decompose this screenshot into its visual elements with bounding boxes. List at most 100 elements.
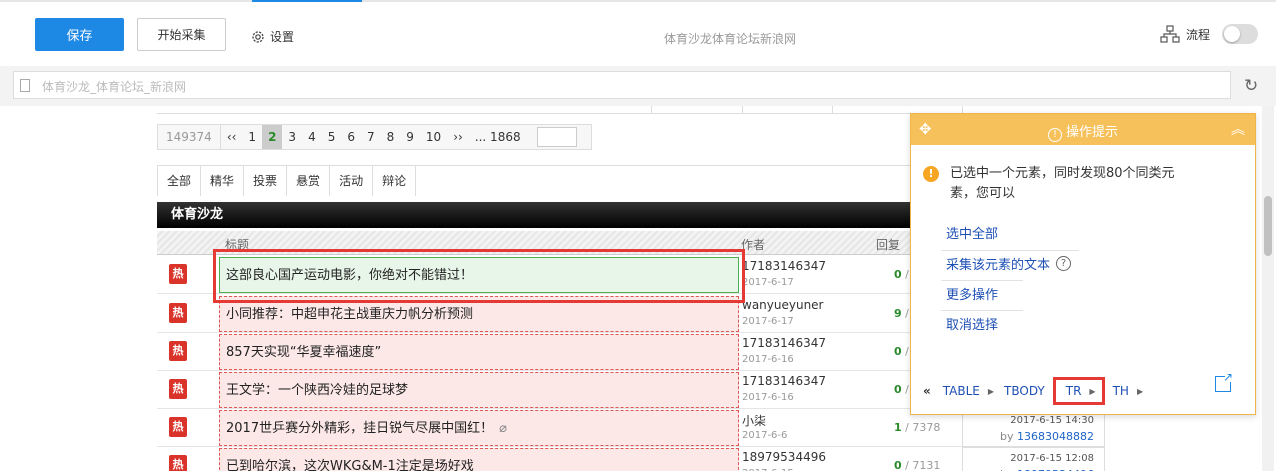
thread-author[interactable]: 17183146347 [742, 336, 826, 350]
refresh-icon[interactable]: ↻ [1244, 76, 1258, 96]
thread-author[interactable]: 小柒 [742, 412, 766, 429]
page-link-last[interactable]: ... 1868 [469, 125, 527, 149]
page-link[interactable]: 9 [400, 125, 420, 149]
reply-count: 0 / [894, 345, 909, 358]
settings-button[interactable]: 设置 [250, 28, 294, 45]
thread-date: 2017-6-6 [742, 430, 788, 441]
tab-digest[interactable]: 精华 [201, 166, 245, 196]
pagination: 149374 ‹‹ 1 2 3 4 5 6 7 8 9 10 ›› ... 18… [157, 124, 592, 150]
reply-number: 0 [894, 383, 902, 396]
info-icon: ! [1047, 128, 1062, 142]
toolbar: 保存 开始采集 设置 体育沙龙体育论坛新浪网 流程 [0, 2, 1276, 66]
thread-date: 2017-6-17 [742, 316, 794, 327]
start-collect-button[interactable]: 开始采集 [137, 18, 226, 51]
tab-reward[interactable]: 悬赏 [287, 166, 331, 196]
hot-thread-icon: 热 [169, 379, 187, 399]
crumb-tr-highlighted[interactable]: TR ▶ [1052, 377, 1105, 405]
thread-date: 2017-6-16 [742, 354, 794, 365]
attachment-icon: ⌀ [499, 421, 507, 436]
page-link[interactable]: 3 [282, 125, 302, 149]
flowchart-icon [1160, 25, 1180, 43]
view-count: / 7378 [905, 421, 941, 434]
last-post-time: 2017-6-15 12:08 [1010, 453, 1094, 464]
pagination-next[interactable]: ›› [447, 125, 469, 149]
page-jump-input[interactable] [536, 127, 577, 147]
page-link[interactable]: 1 [242, 125, 262, 149]
crumb-tr: TR [1065, 384, 1082, 398]
divider [941, 310, 1023, 311]
reply-count: 1 / 7378 [894, 421, 940, 434]
crumb-th[interactable]: TH [1109, 384, 1133, 398]
chevron-right-icon: ▶ [1089, 386, 1096, 396]
expand-path-icon[interactable]: « [923, 384, 931, 398]
thread-author[interactable]: 18979534496 [742, 450, 826, 464]
thread-title-text: 2017世乒赛分外精彩，挂日锐气尽展中国红！ [226, 421, 494, 436]
hot-thread-icon: 热 [169, 264, 187, 284]
address-bar-area: 体育沙龙_体育论坛_新浪网 ↻ [0, 66, 1276, 106]
element-path-breadcrumb: « TABLE ▶ TBODY TR ▶ TH ▶ [923, 377, 1149, 405]
page-title: 体育沙龙体育论坛新浪网 [663, 32, 796, 46]
table-row[interactable]: 热 已到哈尔滨，这次WKG&M-1注定是场好戏 18979534496 2017… [157, 447, 1105, 471]
page-link[interactable]: 10 [420, 125, 447, 149]
gear-icon [252, 30, 264, 43]
toggle-knob [1224, 26, 1241, 42]
thread-title[interactable]: 857天实现“华夏幸福速度” [219, 334, 739, 370]
page-icon [20, 79, 30, 92]
tab-all[interactable]: 全部 [158, 166, 202, 196]
crumb-table[interactable]: TABLE [939, 384, 984, 398]
header-reply: 回复 [876, 238, 901, 252]
view-count: / [905, 383, 909, 396]
thread-title[interactable]: 王文学：一个陕西冷娃的足球梦 [219, 372, 739, 408]
operation-tips-panel: ✥ ! 操作提示 ︽ ! 已选中一个元素，同时发现80个同类元素，您可以 选中全部… [910, 113, 1256, 415]
tab-poll[interactable]: 投票 [244, 166, 288, 196]
scrollbar[interactable] [1262, 106, 1274, 471]
tab-debate[interactable]: 辩论 [373, 166, 417, 196]
panel-header: ✥ ! 操作提示 ︽ [911, 114, 1255, 145]
hot-thread-icon: 热 [169, 417, 187, 437]
thread-author[interactable]: wanyueyuner [742, 298, 824, 312]
settings-label: 设置 [270, 30, 295, 44]
flow-label: 流程 [1186, 27, 1211, 42]
pagination-prev[interactable]: ‹‹ [221, 125, 243, 149]
reply-number: 1 [894, 421, 902, 434]
tab-activity[interactable]: 活动 [330, 166, 374, 196]
selected-element-highlight [213, 249, 745, 303]
help-icon[interactable]: ? [1056, 256, 1072, 271]
collapse-icon[interactable]: ︽ [1231, 119, 1245, 139]
page-link[interactable]: 7 [361, 125, 381, 149]
address-bar[interactable]: 体育沙龙_体育论坛_新浪网 [13, 71, 1231, 99]
flow-toggle-group: 流程 [1160, 24, 1259, 44]
hot-thread-icon: 热 [169, 455, 187, 471]
flow-toggle[interactable] [1222, 24, 1259, 44]
thread-author[interactable]: 17183146347 [742, 374, 826, 388]
action-collect-text[interactable]: 采集该元素的文本? [946, 254, 1072, 273]
reply-count: 0 / [894, 268, 909, 281]
warning-icon: ! [923, 166, 939, 182]
reply-count: 0 / [894, 383, 909, 396]
save-button[interactable]: 保存 [35, 18, 124, 51]
page-link[interactable]: 6 [341, 125, 361, 149]
reply-number: 0 [894, 268, 902, 281]
thread-title[interactable]: 2017世乒赛分外精彩，挂日锐气尽展中国红！ ⌀ [219, 410, 739, 446]
panel-message: 已选中一个元素，同时发现80个同类元素，您可以 [950, 166, 1175, 201]
thread-date: 2017-6-16 [742, 392, 794, 403]
scrollbar-thumb[interactable] [1264, 196, 1272, 256]
reply-number: 0 [894, 345, 902, 358]
thread-title[interactable]: 已到哈尔滨，这次WKG&M-1注定是场好戏 [219, 448, 739, 471]
page-link[interactable]: 4 [302, 125, 322, 149]
crumb-tbody[interactable]: TBODY [1000, 384, 1049, 398]
page-link-current[interactable]: 2 [262, 125, 283, 149]
view-count: / [905, 345, 909, 358]
action-more[interactable]: 更多操作 [946, 284, 998, 303]
reply-count: 0 / 7131 [894, 459, 940, 471]
action-cancel[interactable]: 取消选择 [946, 314, 998, 333]
external-link-icon[interactable]: ↗ [1215, 370, 1233, 392]
page-link[interactable]: 8 [381, 125, 401, 149]
view-count: / [905, 307, 909, 320]
page-link[interactable]: 5 [322, 125, 342, 149]
thread-author[interactable]: 17183146347 [742, 259, 826, 273]
action-select-all[interactable]: 选中全部 [946, 223, 998, 242]
action-label: 取消选择 [946, 318, 999, 333]
last-post-user[interactable]: 13683048882 [1017, 430, 1094, 443]
panel-title: 操作提示 [1065, 125, 1118, 140]
